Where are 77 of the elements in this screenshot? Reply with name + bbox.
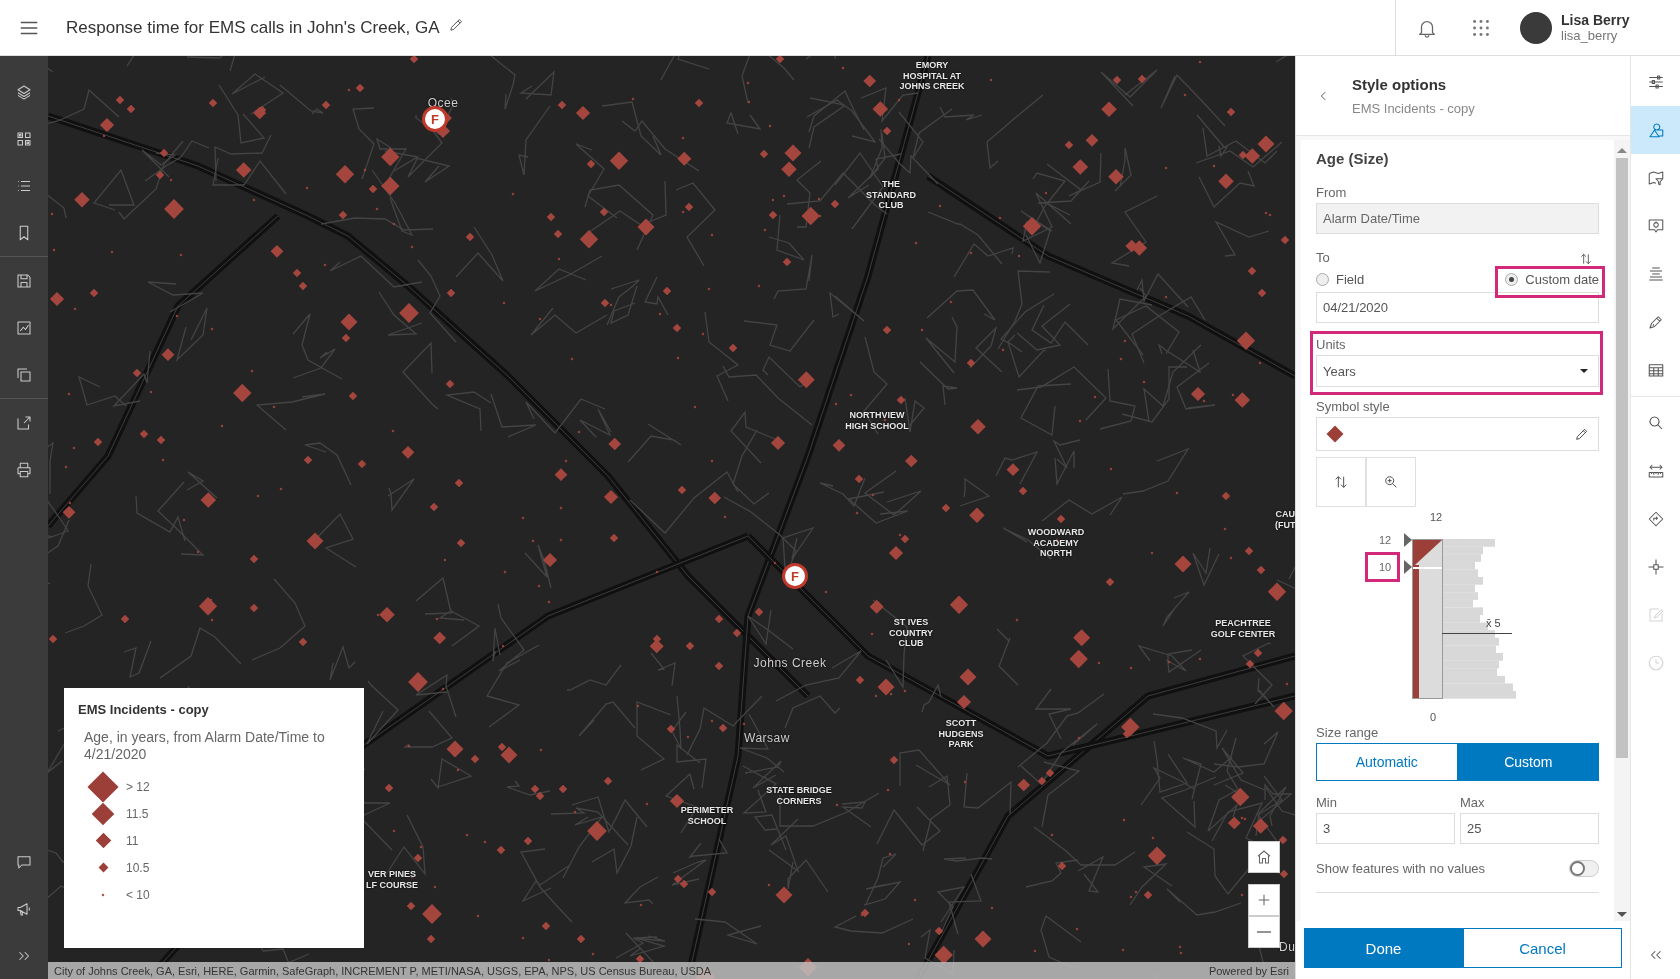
share-icon[interactable]	[15, 413, 33, 432]
radio-option[interactable]: Custom date	[1505, 272, 1599, 287]
place-label: NORTHVIEW HIGH SCHOOL	[845, 410, 909, 431]
copy-icon[interactable]	[15, 365, 33, 384]
field-label: Symbol style	[1316, 399, 1391, 414]
units-select[interactable]: Years	[1316, 355, 1599, 387]
place-label: Johns Creek	[753, 656, 827, 670]
scrollbar[interactable]	[1614, 140, 1630, 921]
place-label: STATE BRIDGE CORNERS	[766, 785, 832, 806]
segment-button[interactable]: Automatic	[1316, 743, 1458, 781]
place-label: WOODWARD ACADEMY NORTH	[1027, 527, 1085, 559]
basemap-icon[interactable]	[15, 129, 33, 148]
toggle-switch[interactable]	[1569, 859, 1599, 877]
field-label: Units	[1316, 337, 1347, 352]
print-icon[interactable]	[15, 460, 33, 479]
legend-label: < 10	[126, 887, 150, 902]
fire-station-marker[interactable]: F	[782, 563, 808, 589]
home-icon	[1255, 848, 1273, 866]
username: lisa_berry	[1561, 28, 1619, 43]
toggle-label: Show features with no values	[1316, 860, 1486, 876]
legend-label: > 12	[126, 779, 150, 794]
place-label: EMORY HOSPITAL AT JOHNS CREEK	[899, 60, 965, 92]
ramp-triangle	[1413, 540, 1442, 567]
legend-label: 11	[126, 833, 139, 848]
field-label: From	[1316, 185, 1348, 200]
powered-by-text: Powered by Esri	[1208, 964, 1289, 977]
date-field[interactable]: 04/21/2020	[1316, 292, 1599, 323]
handle-label: 12	[1378, 534, 1392, 546]
pencil-icon[interactable]	[447, 16, 465, 33]
pencil-icon[interactable]	[1574, 426, 1590, 442]
zoom-out-button[interactable]	[1248, 916, 1280, 948]
cancel-button[interactable]: Cancel	[1463, 928, 1622, 968]
axis-label: 0	[1429, 711, 1438, 725]
number-field[interactable]: 3	[1316, 813, 1455, 844]
avatar[interactable]	[1520, 11, 1552, 44]
field-label: Size range	[1316, 725, 1380, 740]
symbol-style-field[interactable]	[1316, 417, 1599, 451]
field-label: Max	[1460, 795, 1486, 810]
place-label: SCOTT HUDGENS PARK	[938, 718, 984, 750]
panel-subtitle: EMS Incidents - copy	[1352, 100, 1475, 116]
place-label: Du	[1279, 940, 1295, 954]
save-icon[interactable]	[15, 271, 33, 290]
handle-label: 10	[1378, 560, 1392, 573]
swap-icon	[1333, 474, 1349, 490]
place-label: ST IVES COUNTRY CLUB	[888, 617, 934, 649]
radio-option[interactable]: Field	[1316, 272, 1365, 287]
section-heading: Age (Size)	[1316, 150, 1390, 167]
user-name: Lisa Berry	[1561, 12, 1630, 28]
place-label: VER PINES LF COURSE	[366, 869, 418, 890]
field-label: Min	[1316, 795, 1338, 810]
zoom-in-button[interactable]	[1248, 884, 1280, 916]
place-label: THE STANDARD CLUB	[866, 179, 916, 211]
analysis-icon[interactable]	[15, 318, 33, 337]
axis-label: 12	[1429, 511, 1444, 525]
legend-title: EMS Incidents - copy	[78, 702, 210, 717]
place-label: PEACHTREE GOLF CENTER	[1210, 618, 1276, 639]
place-label: PERIMETER SCHOOL	[680, 805, 734, 826]
field-label: To	[1316, 250, 1330, 265]
place-label: Warsaw	[744, 731, 790, 745]
done-button[interactable]: Done	[1304, 928, 1463, 968]
minus-icon	[1256, 931, 1272, 933]
legend-description: Age, in years, from Alarm Date/Time to 4/21/2020	[84, 729, 326, 763]
map-title: Response time for EMS calls in John's Creek, GA	[66, 17, 440, 38]
segment-button[interactable]: Custom	[1457, 743, 1599, 781]
slider-handle[interactable]	[1404, 533, 1412, 547]
legend-label: 11.5	[126, 806, 149, 821]
place-label: CAU (FUT	[1275, 509, 1295, 530]
slider-handle[interactable]	[1404, 559, 1412, 574]
average-label: x̄ 5	[1486, 617, 1501, 630]
fire-station-marker[interactable]: F	[422, 106, 448, 132]
panel-title: Style options	[1352, 75, 1448, 93]
zoom-in-icon	[1383, 474, 1399, 490]
home-button[interactable]	[1248, 841, 1280, 873]
attribution-text: City of Johns Creek, GA, Esri, HERE, Garmin, SafeGraph, INCREMENT P, METI/NASA, USGS, EPA, NPS, US Census Bureau, USDA	[54, 964, 712, 977]
number-field[interactable]: 25	[1460, 813, 1599, 844]
swap-icon[interactable]	[1579, 252, 1593, 266]
legend-label: 10.5	[126, 860, 150, 875]
